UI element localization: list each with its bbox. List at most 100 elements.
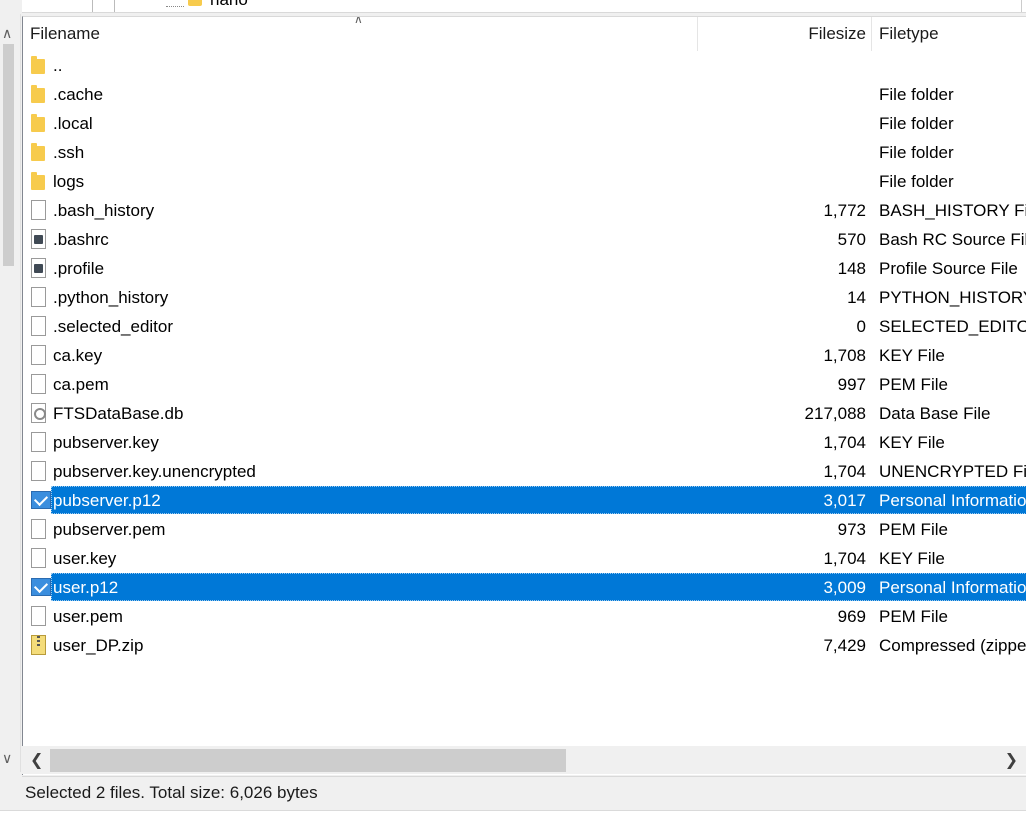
- file-row[interactable]: .bashrc 570 Bash RC Source File: [23, 225, 1026, 254]
- file-row[interactable]: pubserver.key.unencrypted 1,704 UNENCRYPTE…: [23, 457, 1026, 486]
- file-type: PYTHON_HISTORY File: [879, 288, 1026, 307]
- tree-connector: [114, 0, 115, 12]
- zip-file-icon: [31, 635, 46, 655]
- file-row[interactable]: logs File folder: [23, 167, 1026, 196]
- remote-file-list[interactable]: ∧ Filename Filesize Filetype .. .cache Fil…: [22, 16, 1026, 775]
- file-size: 3,009: [823, 578, 866, 597]
- file-type: PEM File: [879, 375, 948, 394]
- file-name: .bash_history: [53, 201, 155, 220]
- file-type: SELECTED_EDITOR File: [879, 317, 1026, 336]
- file-icon: [31, 200, 46, 220]
- file-type: Personal Information Exchange: [879, 578, 1026, 597]
- file-type: Profile Source File: [879, 259, 1018, 278]
- file-row[interactable]: pubserver.p12 3,017 Personal Information E…: [23, 486, 1026, 515]
- column-header-filesize[interactable]: Filesize: [699, 17, 866, 51]
- file-row[interactable]: .ssh File folder: [23, 138, 1026, 167]
- file-row[interactable]: .bash_history 1,772 BASH_HISTORY File: [23, 196, 1026, 225]
- scrollbar-thumb[interactable]: [3, 44, 14, 266]
- file-type: BASH_HISTORY File: [879, 201, 1026, 220]
- column-divider[interactable]: [697, 17, 698, 51]
- file-icon: [31, 316, 46, 336]
- file-name: ca.key: [53, 346, 103, 365]
- file-row[interactable]: pubserver.pem 973 PEM File: [23, 515, 1026, 544]
- file-icon: [31, 606, 46, 626]
- file-size: 7,429: [823, 636, 866, 655]
- file-row[interactable]: pubserver.key 1,704 KEY File: [23, 428, 1026, 457]
- file-row[interactable]: .selected_editor 0 SELECTED_EDITOR File: [23, 312, 1026, 341]
- directory-tree[interactable]: nano: [22, 0, 1026, 13]
- horizontal-scrollbar[interactable]: ❮ ❯: [22, 746, 1026, 774]
- file-size: 570: [837, 230, 866, 249]
- file-icon: [31, 461, 46, 481]
- column-header-filename[interactable]: Filename: [30, 17, 700, 51]
- file-size: 217,088: [804, 404, 866, 423]
- folder-icon: [31, 85, 48, 104]
- file-row[interactable]: user.pem 969 PEM File: [23, 602, 1026, 631]
- file-name: FTSDataBase.db: [53, 404, 184, 423]
- certificate-icon: [31, 578, 51, 596]
- scroll-up-arrow-icon[interactable]: ∧: [2, 26, 12, 40]
- file-icon: [31, 287, 46, 307]
- folder-icon: [31, 114, 48, 133]
- file-row[interactable]: .profile 148 Profile Source File: [23, 254, 1026, 283]
- scroll-right-arrow-icon[interactable]: ❯: [1005, 750, 1018, 770]
- column-divider[interactable]: [871, 17, 872, 51]
- file-row[interactable]: .cache File folder: [23, 80, 1026, 109]
- scroll-left-arrow-icon[interactable]: ❮: [30, 750, 43, 770]
- file-row[interactable]: user.p12 3,009 Personal Information Exchan…: [23, 573, 1026, 602]
- certificate-icon: [31, 491, 51, 509]
- file-type: Bash RC Source File: [879, 230, 1026, 249]
- column-header-row: ∧ Filename Filesize Filetype: [23, 17, 1026, 51]
- folder-icon: [188, 0, 202, 6]
- tree-connector: [166, 6, 184, 7]
- file-type: Personal Information Exchange: [879, 491, 1026, 510]
- file-name: logs: [53, 172, 85, 191]
- file-name: .selected_editor: [53, 317, 174, 336]
- column-header-filetype[interactable]: Filetype: [879, 17, 1026, 51]
- file-name: .profile: [53, 259, 105, 278]
- file-name: user.key: [53, 549, 117, 568]
- file-type: KEY File: [879, 549, 945, 568]
- file-name: pubserver.key: [53, 433, 159, 452]
- file-size: 997: [837, 375, 866, 394]
- file-type: File folder: [879, 85, 954, 104]
- status-text: Selected 2 files. Total size: 6,026 byte…: [25, 783, 318, 802]
- file-row[interactable]: ca.pem 997 PEM File: [23, 370, 1026, 399]
- scrollbar-thumb[interactable]: [50, 749, 566, 772]
- divider: [1021, 0, 1022, 12]
- file-size: 1,772: [823, 201, 866, 220]
- file-size: 973: [837, 520, 866, 539]
- scroll-down-arrow-icon[interactable]: ∨: [2, 751, 12, 765]
- script-file-icon: [31, 229, 46, 249]
- file-row[interactable]: .python_history 14 PYTHON_HISTORY File: [23, 283, 1026, 312]
- tree-item-label[interactable]: nano: [210, 0, 248, 10]
- file-name: user.pem: [53, 607, 123, 626]
- file-type: File folder: [879, 114, 954, 133]
- file-name: .bashrc: [53, 230, 109, 249]
- file-name: ..: [53, 56, 63, 75]
- file-row[interactable]: ca.key 1,708 KEY File: [23, 341, 1026, 370]
- file-name: ca.pem: [53, 375, 109, 394]
- file-type: PEM File: [879, 607, 948, 626]
- file-row[interactable]: FTSDataBase.db 217,088 Data Base File: [23, 399, 1026, 428]
- script-file-icon: [31, 258, 46, 278]
- folder-icon: [31, 172, 48, 191]
- tree-vertical-scrollbar[interactable]: ∧ ∨: [0, 14, 21, 772]
- file-row[interactable]: .local File folder: [23, 109, 1026, 138]
- file-name: .local: [53, 114, 93, 133]
- file-size: 14: [847, 288, 866, 307]
- file-row[interactable]: ..: [23, 51, 1026, 80]
- file-size: 1,704: [823, 549, 866, 568]
- file-row[interactable]: user.key 1,704 KEY File: [23, 544, 1026, 573]
- folder-icon: [31, 56, 48, 75]
- file-name: pubserver.p12: [53, 491, 161, 510]
- file-row[interactable]: user_DP.zip 7,429 Compressed (zipped) Fold…: [23, 631, 1026, 660]
- file-name: pubserver.key.unencrypted: [53, 462, 256, 481]
- file-icon: [31, 432, 46, 452]
- file-name: .ssh: [53, 143, 85, 162]
- file-size: 1,708: [823, 346, 866, 365]
- file-name: pubserver.pem: [53, 520, 166, 539]
- file-type: UNENCRYPTED File: [879, 462, 1026, 481]
- file-type: PEM File: [879, 520, 948, 539]
- file-type: KEY File: [879, 346, 945, 365]
